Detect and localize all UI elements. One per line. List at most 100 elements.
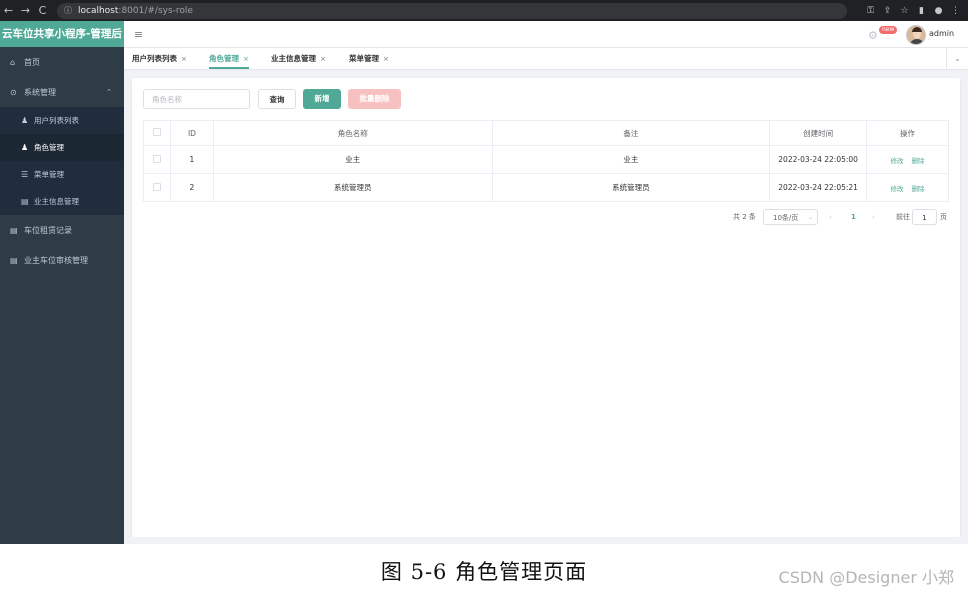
sidebar: 云车位共享小程序-管理后 ⌂ 首页 ⊙ 系统管理 ⌃ ♟ 用户列表列表 ♟ 角色… — [0, 21, 124, 544]
goto-label: 前往 — [896, 213, 910, 221]
sidebar-item-user-list[interactable]: ♟ 用户列表列表 — [0, 107, 124, 134]
add-button[interactable]: 新增 — [303, 89, 341, 109]
tab-owner-info[interactable]: 业主信息管理 × — [271, 48, 326, 69]
sidebar-item-label: 业主信息管理 — [34, 197, 79, 206]
tab-label: 业主信息管理 — [271, 54, 316, 63]
tab-role-management[interactable]: 角色管理 × — [209, 48, 249, 69]
chevron-down-icon[interactable]: ⌄ — [946, 48, 968, 69]
key-icon[interactable]: ⚿ — [862, 6, 879, 16]
sidepanel-icon[interactable]: ▮ — [913, 6, 930, 16]
url-host: localhost — [78, 5, 119, 16]
hamburger-menu-icon[interactable]: ≡ — [134, 28, 143, 41]
settings-icon: ⊙ — [10, 87, 17, 97]
more-icon[interactable]: ⋮ — [947, 6, 964, 16]
pagination-total: 共 2 条 — [733, 213, 756, 221]
reload-icon[interactable]: C — [34, 0, 51, 21]
sidebar-item-role-management[interactable]: ♟ 角色管理 — [0, 134, 124, 161]
close-icon[interactable]: × — [181, 55, 187, 63]
role-name-cell: 业主 — [212, 145, 493, 174]
content-bottom-strip — [124, 537, 968, 544]
close-icon[interactable]: × — [243, 55, 249, 63]
actions-cell: 修改 删除 — [866, 173, 949, 202]
sidebar-item-parking-review[interactable]: ▤ 业主车位审核管理 — [0, 245, 124, 275]
row-select-cell — [143, 173, 171, 202]
select-all-cell — [143, 120, 171, 146]
edit-link[interactable]: 修改 — [891, 185, 904, 193]
chevron-up-icon: ⌃ — [106, 88, 112, 96]
app-logo-title: 云车位共享小程序-管理后 — [0, 21, 124, 47]
role-table: ID 角色名称 备注 创建时间 操作 1 业主 业主 2022-03-24 22… — [143, 120, 949, 202]
table-row: 2 系统管理员 系统管理员 2022-03-24 22:05:21 修改 删除 — [143, 173, 949, 202]
actions-cell: 修改 删除 — [866, 145, 949, 174]
sidebar-item-home[interactable]: ⌂ 首页 — [0, 47, 124, 77]
sidebar-item-menu-management[interactable]: ☰ 菜单管理 — [0, 161, 124, 188]
role-management-card: 查询 新增 批量删除 ID 角色名称 备注 创建时间 操作 1 业主 业主 20… — [132, 78, 960, 537]
prev-page-icon[interactable]: ‹ — [829, 209, 832, 225]
query-button[interactable]: 查询 — [258, 89, 296, 109]
page-size-select[interactable]: 10条/页 ⌄ — [763, 209, 818, 225]
avatar[interactable] — [906, 25, 926, 45]
info-icon[interactable]: ⓘ — [64, 5, 72, 16]
sidebar-item-label: 系统管理 — [24, 87, 56, 97]
column-header: 创建时间 — [769, 120, 868, 146]
user-icon: ♟ — [21, 116, 29, 125]
remark-cell: 系统管理员 — [491, 173, 771, 202]
address-bar[interactable]: ⓘ localhost:8001/#/sys-role — [57, 2, 847, 19]
id-cell: 2 — [169, 173, 214, 202]
sidebar-item-label: 菜单管理 — [34, 170, 64, 179]
next-page-icon[interactable]: › — [872, 209, 875, 225]
sidebar-item-rental-records[interactable]: ▤ 车位租赁记录 — [0, 215, 124, 245]
user-icon: ♟ — [21, 143, 29, 152]
tabs-bar: 用户列表列表 × 角色管理 × 业主信息管理 × 菜单管理 × ⌄ — [124, 48, 968, 70]
row-checkbox[interactable] — [152, 182, 161, 191]
page-size-value: 10条/页 — [773, 214, 799, 222]
forward-arrow-icon[interactable]: → — [17, 0, 34, 21]
role-name-cell: 系统管理员 — [212, 173, 493, 202]
document-icon: ▤ — [10, 255, 18, 265]
close-icon[interactable]: × — [320, 55, 326, 63]
back-arrow-icon[interactable]: ← — [0, 0, 17, 21]
document-icon: ▤ — [10, 225, 18, 235]
row-checkbox[interactable] — [152, 154, 161, 163]
system-submenu: ♟ 用户列表列表 ♟ 角色管理 ☰ 菜单管理 ▤ 业主信息管理 — [0, 107, 124, 215]
remark-cell: 业主 — [491, 145, 771, 174]
id-cell: 1 — [169, 145, 214, 174]
select-all-checkbox[interactable] — [152, 128, 161, 136]
tab-label: 用户列表列表 — [132, 54, 177, 63]
edit-link[interactable]: 修改 — [891, 157, 904, 165]
tab-menu-management[interactable]: 菜单管理 × — [349, 48, 389, 69]
new-badge: new — [879, 26, 898, 34]
share-icon[interactable]: ⇪ — [879, 6, 896, 16]
username[interactable]: admin — [929, 29, 954, 38]
gear-icon[interactable]: ⚙ — [868, 29, 878, 42]
sidebar-item-label: 用户列表列表 — [34, 116, 79, 125]
sidebar-item-owner-info[interactable]: ▤ 业主信息管理 — [0, 188, 124, 215]
column-header: ID — [169, 120, 214, 146]
close-icon[interactable]: × — [383, 55, 389, 63]
tab-user-list[interactable]: 用户列表列表 × — [132, 48, 187, 69]
sidebar-item-label: 角色管理 — [34, 143, 64, 152]
role-name-search-input[interactable] — [143, 89, 250, 109]
column-header: 操作 — [866, 120, 949, 146]
delete-link[interactable]: 删除 — [912, 157, 925, 165]
goto-page-input[interactable]: 1 — [912, 209, 937, 225]
page-unit-label: 页 — [940, 213, 947, 221]
sidebar-item-label: 首页 — [24, 57, 40, 67]
column-header: 备注 — [491, 120, 771, 146]
current-page-number[interactable]: 1 — [851, 209, 856, 225]
created-time-cell: 2022-03-24 22:05:21 — [769, 173, 868, 202]
sidebar-item-label: 业主车位审核管理 — [24, 255, 88, 265]
table-row: 1 业主 业主 2022-03-24 22:05:00 修改 删除 — [143, 145, 949, 174]
profile-icon[interactable]: ● — [930, 6, 947, 16]
batch-delete-button[interactable]: 批量删除 — [348, 89, 401, 109]
document-icon: ▤ — [21, 197, 29, 206]
home-icon: ⌂ — [10, 57, 16, 67]
list-icon: ☰ — [21, 170, 29, 179]
tab-label: 角色管理 — [209, 54, 239, 63]
star-icon[interactable]: ☆ — [896, 6, 913, 16]
sidebar-item-system[interactable]: ⊙ 系统管理 ⌃ — [0, 77, 124, 107]
delete-link[interactable]: 删除 — [912, 185, 925, 193]
column-header: 角色名称 — [212, 120, 493, 146]
browser-actions: ⚿ ⇪ ☆ ▮ ● ⋮ — [862, 6, 964, 16]
watermark: CSDN @Designer 小郑 — [778, 568, 954, 587]
